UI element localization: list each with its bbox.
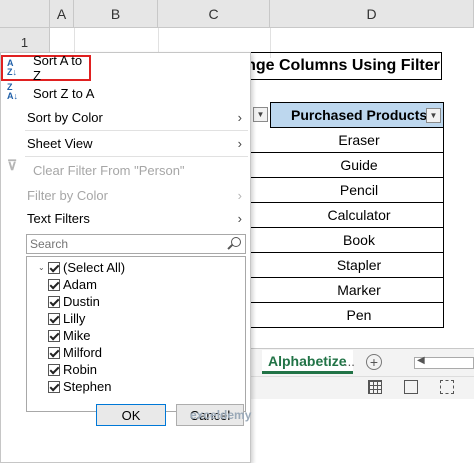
clear-filter-icon: ⊽ (7, 157, 18, 173)
sort-a-z-icon: A Z↓ (7, 58, 17, 77)
purchased-products-header[interactable]: Purchased Products ▼ (270, 102, 444, 128)
list-item[interactable]: Adam (48, 276, 97, 293)
chevron-right-icon: › (237, 109, 242, 125)
horizontal-scrollbar[interactable]: ◀ (414, 355, 474, 369)
list-item[interactable]: Mike (48, 327, 90, 344)
checkbox[interactable] (48, 295, 60, 308)
sheet-tab-alphabetize[interactable]: Alphabetize (262, 350, 353, 374)
ok-button[interactable]: OK (96, 404, 166, 426)
title-cell[interactable]: nge Columns Using Filter (244, 52, 442, 80)
checkbox[interactable] (48, 312, 60, 325)
watermark-logo: exceldemy (190, 408, 252, 422)
clear-filter-item[interactable]: ⊽ Clear Filter From "Person" (1, 158, 250, 182)
filter-by-color-item[interactable]: Filter by Color › (1, 183, 250, 207)
product-cell[interactable]: Guide (244, 153, 444, 178)
product-cell[interactable]: Eraser (244, 128, 444, 153)
checkbox[interactable] (48, 329, 60, 342)
list-item[interactable]: Stephen (48, 378, 111, 395)
checkbox[interactable] (48, 363, 60, 376)
chevron-right-icon: › (237, 210, 242, 226)
scroll-left-icon: ◀ (417, 355, 425, 366)
sort-z-a-icon: Z A↓ (7, 82, 18, 101)
list-item[interactable]: Dustin (48, 293, 100, 310)
menu-separator (25, 156, 248, 157)
product-cell[interactable]: Stapler (244, 253, 444, 278)
search-input[interactable] (26, 234, 246, 254)
more-sheets-button[interactable]: ... (344, 354, 355, 369)
product-cell[interactable]: Book (244, 228, 444, 253)
chevron-right-icon: › (237, 187, 242, 203)
chevron-right-icon: › (237, 135, 242, 151)
checkbox[interactable] (48, 346, 60, 359)
product-cell[interactable]: Pencil (244, 178, 444, 203)
product-cell[interactable]: Calculator (244, 203, 444, 228)
add-sheet-button[interactable]: + (366, 354, 382, 370)
normal-view-icon[interactable] (368, 380, 382, 394)
sheet-view-item[interactable]: Sheet View › (1, 131, 250, 155)
page-break-view-icon[interactable] (440, 380, 454, 394)
sort-a-to-z-item[interactable]: A Z↓ Sort A to Z (1, 53, 91, 83)
plus-icon: + (369, 354, 379, 370)
product-cell[interactable]: Pen (244, 303, 444, 328)
chevron-down-icon: ▼ (253, 107, 268, 122)
chevron-down-icon: ▼ (429, 111, 438, 120)
column-header-a[interactable]: A (50, 0, 74, 28)
text-filters-item[interactable]: Text Filters › (1, 206, 250, 230)
list-item[interactable]: Robin (48, 361, 97, 378)
checkbox[interactable] (48, 278, 60, 291)
product-cell[interactable]: Marker (244, 278, 444, 303)
checkbox[interactable] (48, 380, 60, 393)
column-header-b[interactable]: B (74, 0, 158, 28)
corner-cell[interactable] (0, 0, 50, 28)
column-header-d[interactable]: D (270, 0, 474, 28)
page-layout-view-icon[interactable] (404, 380, 418, 394)
sort-by-color-item[interactable]: Sort by Color › (1, 105, 250, 129)
list-item-select-all[interactable]: (Select All) (48, 259, 125, 276)
filter-dropdown-button[interactable]: ▼ (426, 108, 441, 123)
search-icon (227, 237, 241, 250)
column-header-c[interactable]: C (158, 0, 270, 28)
sort-z-to-a-item[interactable]: Z A↓ Sort Z to A (1, 81, 250, 105)
list-item[interactable]: Lilly (48, 310, 85, 327)
list-item[interactable]: Milford (48, 344, 102, 361)
checkbox[interactable] (48, 261, 60, 274)
tree-expander-icon[interactable]: ⌄ (38, 263, 47, 272)
